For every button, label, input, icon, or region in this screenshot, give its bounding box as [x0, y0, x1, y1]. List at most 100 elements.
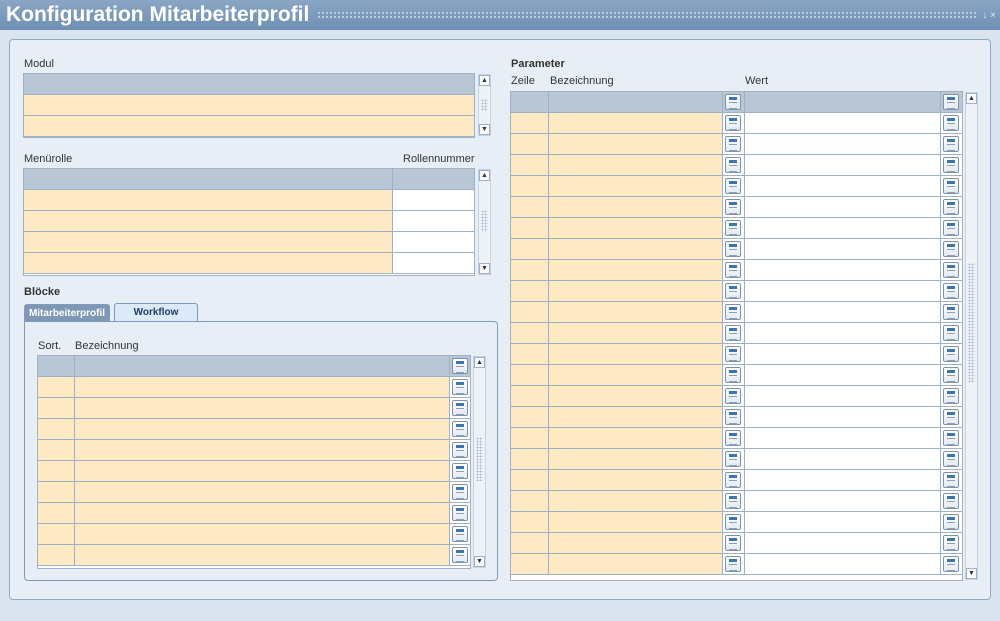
lookup-list-icon[interactable] — [725, 388, 741, 404]
lookup-list-icon[interactable] — [725, 325, 741, 341]
table-row[interactable] — [38, 398, 470, 419]
lookup-list-icon[interactable] — [452, 358, 468, 374]
bezeichnung-cell[interactable] — [75, 377, 450, 397]
table-row[interactable] — [511, 155, 962, 176]
lookup-cell[interactable] — [941, 386, 962, 406]
sort-cell[interactable] — [38, 440, 75, 460]
wert-cell[interactable] — [745, 239, 941, 259]
lookup-list-icon[interactable] — [943, 535, 959, 551]
lookup-cell[interactable] — [941, 176, 962, 196]
sort-cell[interactable] — [38, 377, 75, 397]
lookup-cell[interactable] — [450, 545, 470, 565]
wert-cell[interactable] — [745, 449, 941, 469]
lookup-cell[interactable] — [941, 197, 962, 217]
lookup-list-icon[interactable] — [943, 115, 959, 131]
lookup-cell[interactable] — [723, 407, 745, 427]
lookup-list-icon[interactable] — [943, 262, 959, 278]
lookup-cell[interactable] — [723, 197, 745, 217]
lookup-cell[interactable] — [723, 155, 745, 175]
lookup-list-icon[interactable] — [943, 430, 959, 446]
wert-cell[interactable] — [745, 155, 941, 175]
zeile-cell[interactable] — [511, 386, 549, 406]
zeile-cell[interactable] — [511, 491, 549, 511]
wert-cell[interactable] — [745, 554, 941, 574]
lookup-list-icon[interactable] — [452, 463, 468, 479]
lookup-list-icon[interactable] — [943, 325, 959, 341]
lookup-cell[interactable] — [941, 260, 962, 280]
wert-cell[interactable] — [745, 428, 941, 448]
lookup-list-icon[interactable] — [725, 514, 741, 530]
lookup-list-icon[interactable] — [943, 346, 959, 362]
table-header-row[interactable] — [511, 92, 962, 113]
lookup-list-icon[interactable] — [725, 409, 741, 425]
lookup-cell[interactable] — [723, 428, 745, 448]
table-header-row[interactable] — [24, 169, 474, 190]
table-row[interactable] — [24, 253, 474, 274]
wert-cell[interactable] — [745, 302, 941, 322]
lookup-list-icon[interactable] — [725, 199, 741, 215]
lookup-cell[interactable] — [723, 281, 745, 301]
zeile-cell[interactable] — [511, 533, 549, 553]
lookup-cell[interactable] — [941, 407, 962, 427]
menurolle-cell[interactable] — [24, 232, 393, 252]
wert-cell[interactable] — [745, 281, 941, 301]
bezeichnung-cell[interactable] — [549, 302, 723, 322]
arrow-down-icon[interactable]: ▼ — [479, 124, 490, 135]
bezeichnung-cell[interactable] — [549, 176, 723, 196]
lookup-list-icon[interactable] — [725, 346, 741, 362]
lookup-list-icon[interactable] — [943, 94, 959, 110]
table-row[interactable] — [511, 449, 962, 470]
sort-cell[interactable] — [38, 419, 75, 439]
lookup-cell[interactable] — [941, 134, 962, 154]
table-header-row[interactable] — [24, 74, 474, 95]
lookup-cell[interactable] — [941, 344, 962, 364]
table-row[interactable] — [511, 134, 962, 155]
zeile-cell[interactable] — [511, 512, 549, 532]
lookup-list-icon[interactable] — [725, 220, 741, 236]
lookup-list-icon[interactable] — [943, 514, 959, 530]
zeile-cell[interactable] — [511, 260, 549, 280]
bezeichnung-cell[interactable] — [549, 344, 723, 364]
table-row[interactable] — [511, 428, 962, 449]
lookup-cell[interactable] — [723, 365, 745, 385]
scroll-grip[interactable] — [476, 437, 483, 481]
lookup-list-icon[interactable] — [725, 241, 741, 257]
lookup-cell[interactable] — [723, 470, 745, 490]
lookup-cell[interactable] — [723, 239, 745, 259]
menurolle-cell[interactable] — [24, 253, 393, 273]
lookup-list-icon[interactable] — [452, 484, 468, 500]
lookup-list-icon[interactable] — [943, 241, 959, 257]
arrow-up-icon[interactable]: ▲ — [966, 93, 977, 104]
wert-cell[interactable] — [745, 197, 941, 217]
lookup-list-icon[interactable] — [943, 493, 959, 509]
lookup-list-icon[interactable] — [725, 178, 741, 194]
lookup-list-icon[interactable] — [943, 157, 959, 173]
zeile-cell[interactable] — [511, 428, 549, 448]
lookup-list-icon[interactable] — [725, 304, 741, 320]
bezeichnung-cell[interactable] — [75, 482, 450, 502]
modul-cell[interactable] — [24, 95, 474, 115]
lookup-cell[interactable] — [941, 155, 962, 175]
scroll-grip[interactable] — [481, 99, 488, 111]
bezeichnung-cell[interactable] — [75, 545, 450, 565]
lookup-list-icon[interactable] — [452, 547, 468, 563]
table-row[interactable] — [511, 344, 962, 365]
bezeichnung-cell[interactable] — [75, 503, 450, 523]
table-row[interactable] — [38, 419, 470, 440]
menurolle-cell[interactable] — [24, 211, 393, 231]
bezeichnung-cell[interactable] — [549, 365, 723, 385]
lookup-cell[interactable] — [941, 239, 962, 259]
lookup-cell[interactable] — [723, 491, 745, 511]
zeile-cell[interactable] — [511, 407, 549, 427]
lookup-list-icon[interactable] — [943, 136, 959, 152]
arrow-up-icon[interactable]: ▲ — [479, 75, 490, 86]
lookup-list-icon[interactable] — [725, 136, 741, 152]
sort-cell[interactable] — [38, 461, 75, 481]
lookup-cell[interactable] — [450, 419, 470, 439]
table-row[interactable] — [24, 190, 474, 211]
lookup-cell[interactable] — [450, 461, 470, 481]
wert-cell[interactable] — [745, 365, 941, 385]
lookup-cell[interactable] — [450, 398, 470, 418]
lookup-list-icon[interactable] — [452, 400, 468, 416]
scroll-grip[interactable] — [968, 263, 975, 383]
